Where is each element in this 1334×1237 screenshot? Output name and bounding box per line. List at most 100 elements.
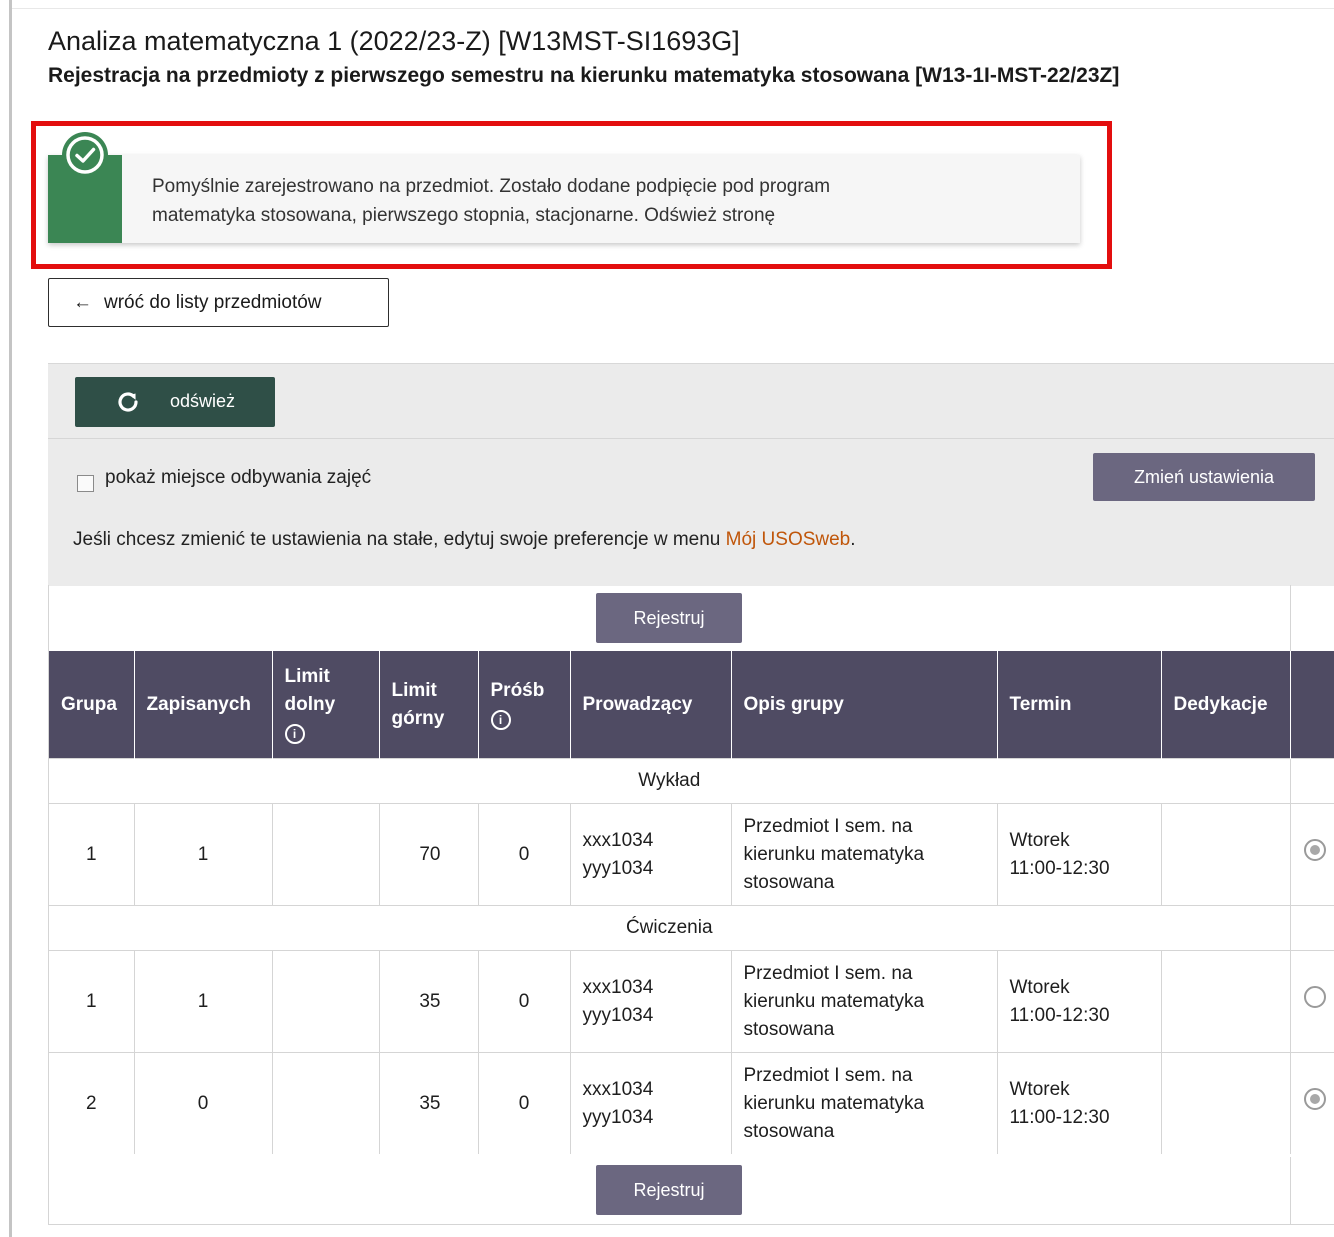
group-description-line: stosowana <box>743 1018 835 1040</box>
cell-termin: Wtorek 11:00-12:30 <box>997 950 1162 1053</box>
term-time: 11:00-12:30 <box>1009 1004 1110 1026</box>
cell-prosb: 0 <box>478 803 571 906</box>
header-limit-gorny-line-2: górny <box>391 707 445 729</box>
section-label: Ćwiczenia <box>49 905 1291 951</box>
cell-limit-gorny: 35 <box>379 950 479 1053</box>
change-settings-button[interactable]: Zmień ustawienia <box>1093 453 1315 501</box>
header-grupa[interactable]: Grupa <box>49 651 135 759</box>
column-separator <box>1290 585 1291 651</box>
back-to-list-button[interactable]: ← wróć do listy przedmiotów <box>48 278 389 327</box>
cell-termin: Wtorek 11:00-12:30 <box>997 1052 1162 1154</box>
group-radio-selected[interactable] <box>1303 1088 1326 1110</box>
group-radio-selected[interactable] <box>1303 839 1326 861</box>
success-alert: Pomyślnie zarejestrowano na przedmiot. Z… <box>48 155 1080 243</box>
cell-opis-grupy: Przedmiot I sem. na kierunku matematyka … <box>731 1052 998 1154</box>
preferences-hint-text: Jeśli chcesz zmienić te ustawienia na st… <box>73 529 726 550</box>
refresh-button[interactable]: odśwież <box>75 377 275 427</box>
lecturer-link[interactable]: xxx1034 <box>583 827 719 855</box>
cell-dedykacje <box>1161 1052 1291 1154</box>
cell-prosb: 0 <box>478 1052 571 1154</box>
group-description-line: kierunku matematyka <box>743 1092 925 1114</box>
header-prowadzacy[interactable]: Prowadzący <box>570 651 732 759</box>
lecturer-link[interactable]: xxx1034 <box>583 1076 719 1104</box>
preferences-hint: Jeśli chcesz zmienić te ustawienia na st… <box>73 529 856 551</box>
header-zapisanych[interactable]: Zapisanych <box>134 651 273 759</box>
table-row: 2 0 35 0 xxx1034 yyy1034 Przedmiot I sem… <box>49 1052 1334 1154</box>
settings-panel: odśwież pokaż miejsce odbywania zajęć Zm… <box>48 363 1334 586</box>
header-limit-dolny-line-2: dolny <box>284 693 336 715</box>
refresh-label: odśwież <box>170 391 236 411</box>
header-select <box>1290 651 1334 759</box>
refresh-icon <box>115 389 141 420</box>
cell-select <box>1290 1052 1334 1154</box>
cell-select <box>1290 803 1334 906</box>
cell-dedykacje <box>1161 950 1291 1053</box>
show-location-checkbox[interactable] <box>77 475 94 492</box>
cell-dedykacje <box>1161 803 1291 906</box>
cell-grupa: 2 <box>49 1052 135 1154</box>
term-day: Wtorek <box>1009 976 1070 998</box>
cell-opis-grupy: Przedmiot I sem. na kierunku matematyka … <box>731 803 998 906</box>
cell-termin: Wtorek 11:00-12:30 <box>997 803 1162 906</box>
lecturer-link[interactable]: yyy1034 <box>583 1104 719 1132</box>
panel-divider <box>48 438 1334 439</box>
arrow-left-icon: ← <box>73 291 92 313</box>
header-termin[interactable]: Termin <box>997 651 1162 759</box>
back-button-label: wróć do listy przedmiotów <box>104 291 322 313</box>
cell-limit-dolny <box>272 1052 380 1154</box>
group-description-line: stosowana <box>743 871 835 893</box>
alert-message-line-2: matematyka stosowana, pierwszego stopnia… <box>152 205 776 226</box>
groups-table-container: Rejestruj Grupa Zapisanych Limit dolny i… <box>48 585 1334 1225</box>
check-circle-icon <box>62 132 108 178</box>
cell-opis-grupy: Przedmiot I sem. na kierunku matematyka … <box>731 950 998 1053</box>
register-button-bottom[interactable]: Rejestruj <box>596 1165 742 1215</box>
info-icon[interactable]: i <box>284 723 305 744</box>
info-icon[interactable]: i <box>490 709 511 730</box>
page-title: Analiza matematyczna 1 (2022/23-Z) [W13M… <box>48 26 740 56</box>
lecturer-link[interactable]: yyy1034 <box>583 1002 719 1030</box>
cell-prosb: 0 <box>478 950 571 1053</box>
my-usosweb-link[interactable]: Mój USOSweb <box>726 529 851 550</box>
cell-limit-gorny: 35 <box>379 1052 479 1154</box>
header-limit-gorny[interactable]: Limit górny <box>379 651 479 759</box>
register-button-top[interactable]: Rejestruj <box>596 593 742 643</box>
table-row: 1 1 70 0 xxx1034 yyy1034 Przedmiot I sem… <box>49 803 1334 906</box>
show-location-label: pokaż miejsce odbywania zajęć <box>105 467 372 488</box>
cell-limit-gorny: 70 <box>379 803 479 906</box>
section-label: Wykład <box>49 758 1291 804</box>
cell-grupa: 1 <box>49 803 135 906</box>
cell-prowadzacy: xxx1034 yyy1034 <box>570 950 732 1053</box>
alert-message-line-1: Pomyślnie zarejestrowano na przedmiot. Z… <box>152 176 831 197</box>
group-description-line: kierunku matematyka <box>743 990 925 1012</box>
group-description-line: kierunku matematyka <box>743 843 925 865</box>
header-limit-gorny-line-1: Limit <box>391 679 437 701</box>
preferences-hint-suffix: . <box>850 529 856 550</box>
cell-grupa: 1 <box>49 950 135 1053</box>
section-row-wyklad: Wykład <box>49 758 1334 804</box>
cell-zapisanych: 1 <box>134 803 273 906</box>
group-description-line: Przedmiot I sem. na <box>743 1064 913 1086</box>
group-radio-unselected[interactable] <box>1303 986 1326 1008</box>
term-day: Wtorek <box>1009 829 1070 851</box>
header-limit-dolny[interactable]: Limit dolny i <box>272 651 380 759</box>
cell-prowadzacy: xxx1034 yyy1034 <box>570 803 732 906</box>
group-description-line: stosowana <box>743 1120 835 1142</box>
lecturer-link[interactable]: yyy1034 <box>583 855 719 883</box>
header-limit-dolny-line-1: Limit <box>284 665 330 687</box>
lecturer-link[interactable]: xxx1034 <box>583 974 719 1002</box>
term-time: 11:00-12:30 <box>1009 857 1110 879</box>
cell-zapisanych: 0 <box>134 1052 273 1154</box>
page-subtitle: Rejestracja na przedmioty z pierwszego s… <box>48 64 1120 87</box>
table-header-row: Grupa Zapisanych Limit dolny i Limit gór… <box>49 651 1334 759</box>
groups-table: Grupa Zapisanych Limit dolny i Limit gór… <box>49 651 1334 1154</box>
term-time: 11:00-12:30 <box>1009 1106 1110 1128</box>
term-day: Wtorek <box>1009 1078 1070 1100</box>
group-description-line: Przedmiot I sem. na <box>743 962 913 984</box>
group-description-line: Przedmiot I sem. na <box>743 815 913 837</box>
alert-message: Pomyślnie zarejestrowano na przedmiot. Z… <box>152 172 830 230</box>
top-border <box>12 8 1334 9</box>
header-dedykacje[interactable]: Dedykacje <box>1161 651 1291 759</box>
header-opis-grupy[interactable]: Opis grupy <box>731 651 998 759</box>
left-border <box>9 0 12 1237</box>
header-prosb[interactable]: Próśb i <box>478 651 571 759</box>
